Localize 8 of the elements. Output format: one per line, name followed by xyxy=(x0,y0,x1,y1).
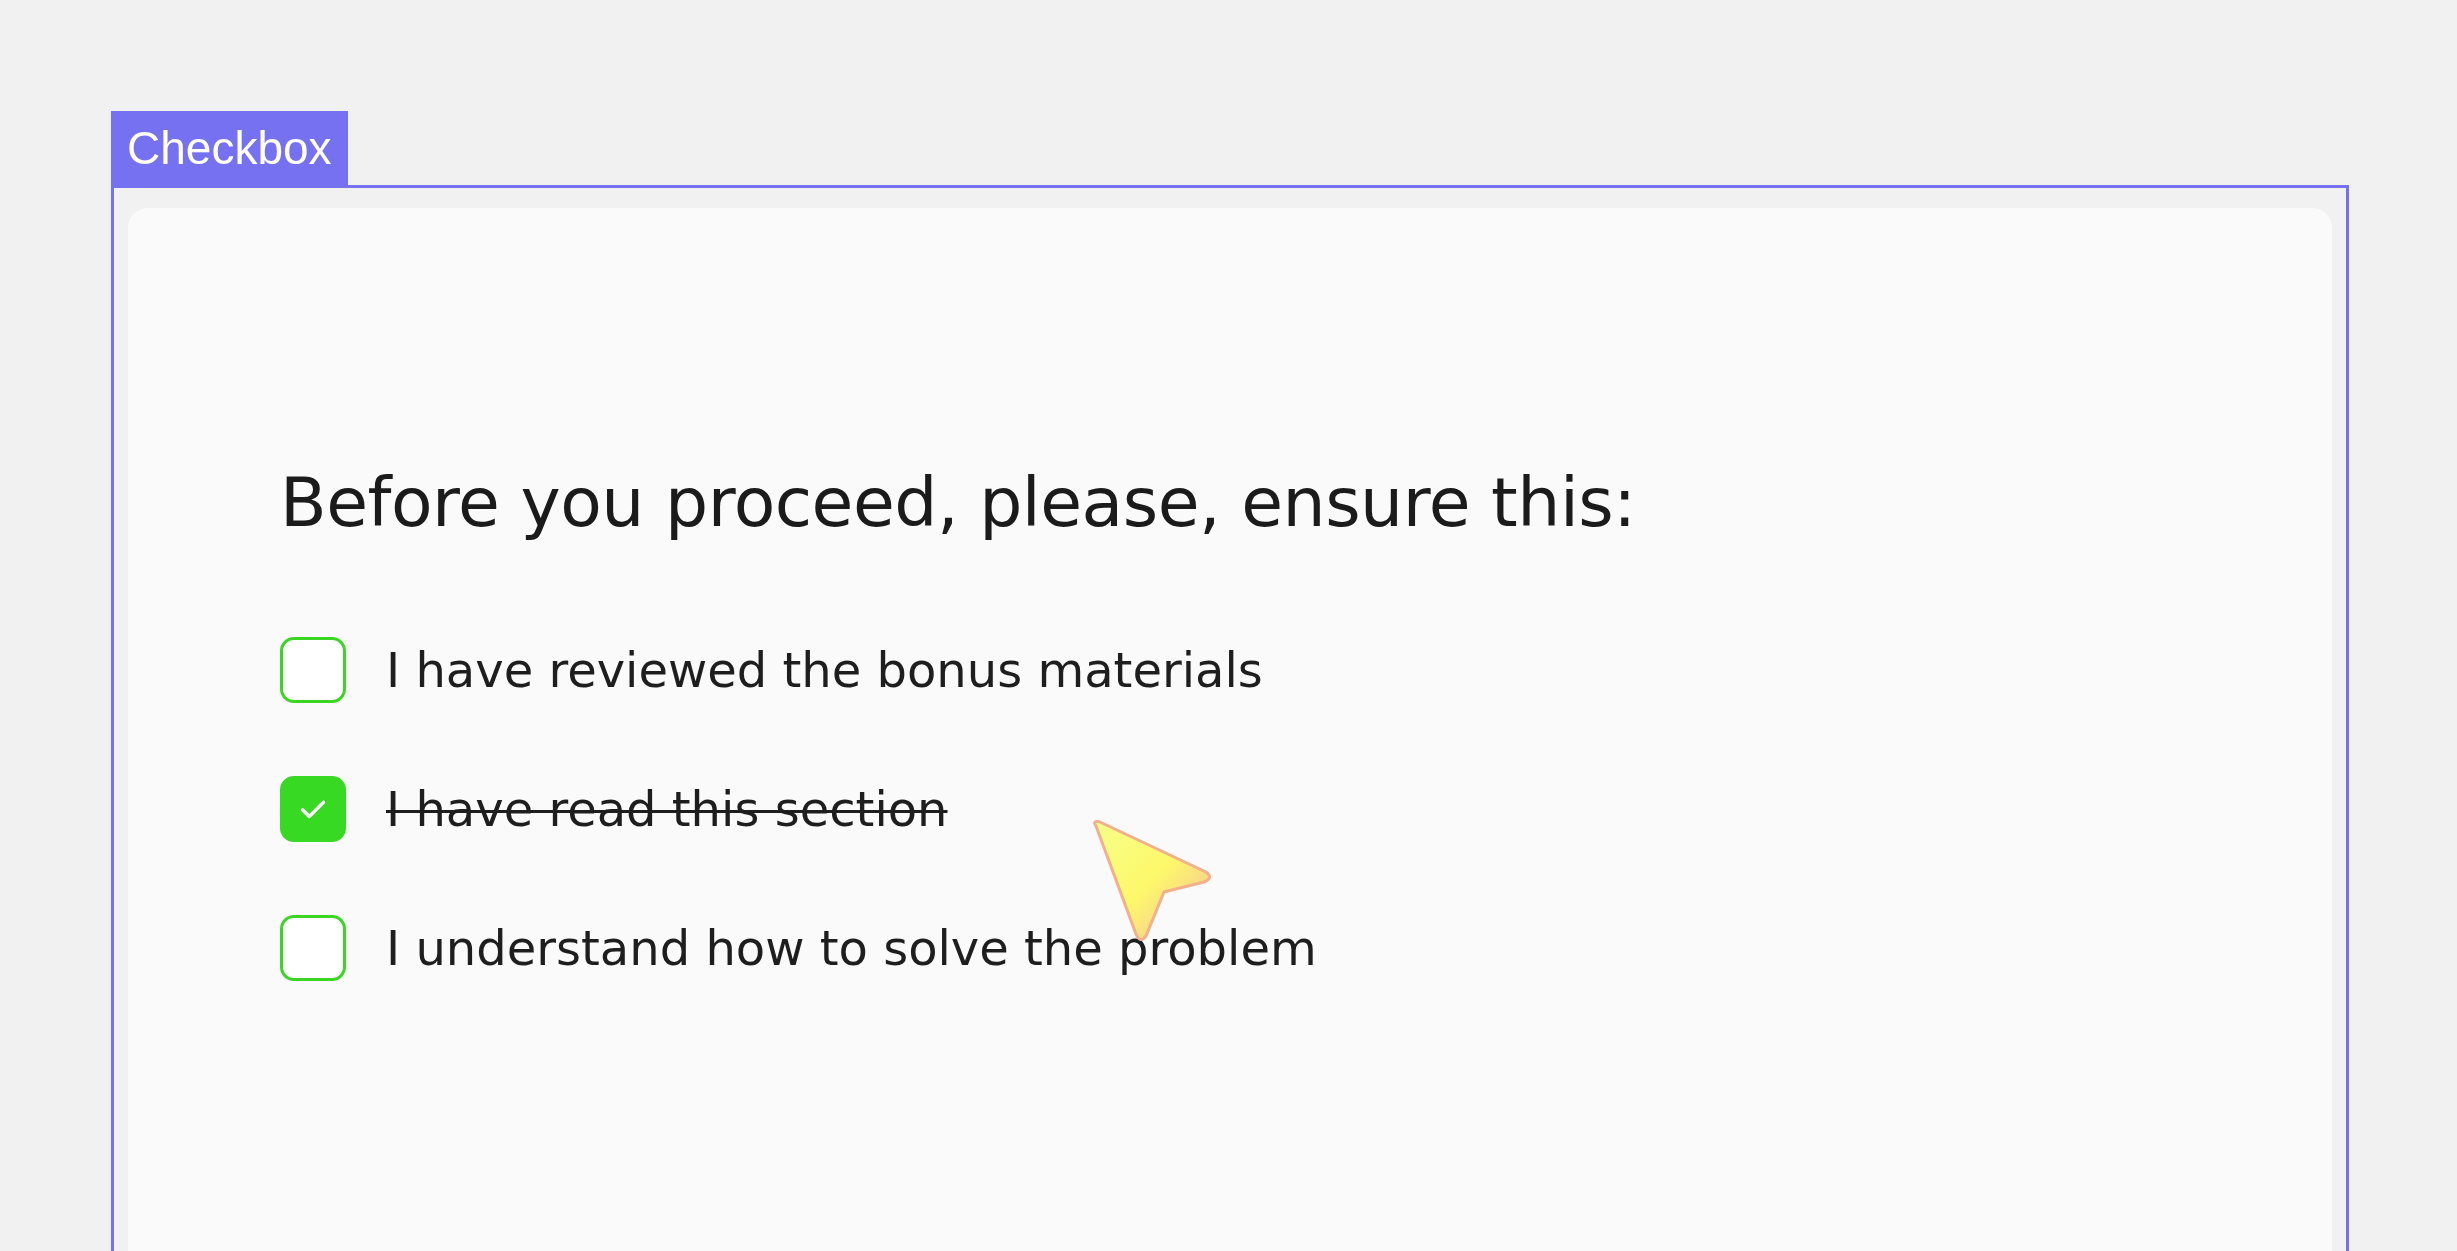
checkbox-label[interactable]: I have read this section xyxy=(386,781,948,837)
checkbox-label[interactable]: I have reviewed the bonus materials xyxy=(386,642,1263,698)
checkbox-label[interactable]: I understand how to solve the problem xyxy=(386,920,1317,976)
checkbox[interactable] xyxy=(280,776,346,842)
checkbox[interactable] xyxy=(280,915,346,981)
frame-label: Checkbox xyxy=(111,111,348,185)
checkbox[interactable] xyxy=(280,637,346,703)
heading: Before you proceed, please, ensure this: xyxy=(280,463,1637,542)
